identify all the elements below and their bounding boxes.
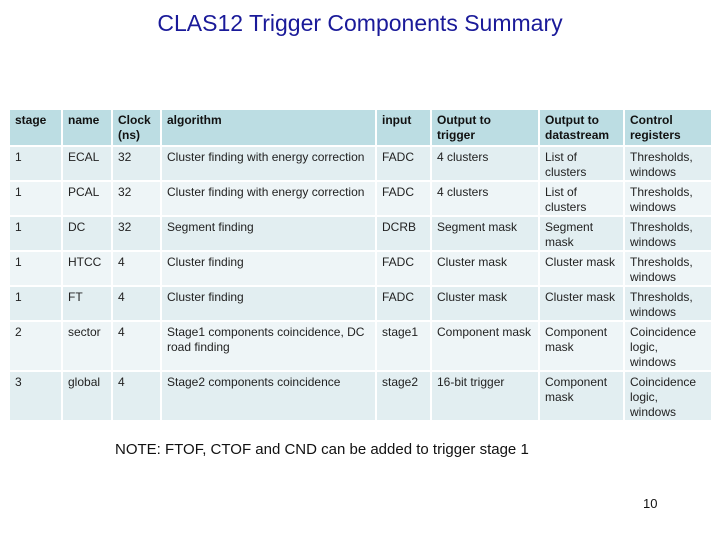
cell-stage: 3 [10, 372, 61, 420]
cell-stage: 1 [10, 217, 61, 250]
cell-name: global [63, 372, 111, 420]
cell-input: stage1 [377, 322, 430, 370]
cell-input: stage2 [377, 372, 430, 420]
trigger-components-table: stage name Clock (ns) algorithm input Ou… [8, 108, 713, 422]
cell-output-trigger: 4 clusters [432, 182, 538, 215]
cell-algorithm: Stage1 components coincidence, DC road f… [162, 322, 375, 370]
header-stage: stage [10, 110, 61, 145]
cell-output-datastream: Segment mask [540, 217, 623, 250]
table-row: 3 global 4 Stage2 components coincidence… [10, 372, 711, 420]
header-output-datastream: Output to datastream [540, 110, 623, 145]
table-row: 1 ECAL 32 Cluster finding with energy co… [10, 147, 711, 180]
cell-clock: 32 [113, 217, 160, 250]
cell-algorithm: Cluster finding with energy correction [162, 147, 375, 180]
slide-title: CLAS12 Trigger Components Summary [157, 10, 563, 36]
cell-output-datastream: Cluster mask [540, 252, 623, 285]
table-row: 1 DC 32 Segment finding DCRB Segment mas… [10, 217, 711, 250]
cell-name: ECAL [63, 147, 111, 180]
cell-control-registers: Coincidence logic, windows [625, 372, 711, 420]
cell-control-registers: Thresholds, windows [625, 217, 711, 250]
cell-name: FT [63, 287, 111, 320]
cell-clock: 4 [113, 372, 160, 420]
cell-input: FADC [377, 287, 430, 320]
header-control-registers: Control registers [625, 110, 711, 145]
cell-output-trigger: Cluster mask [432, 287, 538, 320]
cell-output-trigger: Cluster mask [432, 252, 538, 285]
cell-input: FADC [377, 147, 430, 180]
cell-output-trigger: Component mask [432, 322, 538, 370]
cell-clock: 32 [113, 182, 160, 215]
cell-stage: 1 [10, 182, 61, 215]
cell-control-registers: Coincidence logic, windows [625, 322, 711, 370]
header-input: input [377, 110, 430, 145]
cell-output-datastream: Cluster mask [540, 287, 623, 320]
cell-control-registers: Thresholds, windows [625, 182, 711, 215]
cell-input: FADC [377, 252, 430, 285]
cell-algorithm: Cluster finding with energy correction [162, 182, 375, 215]
table-row: 1 FT 4 Cluster finding FADC Cluster mask… [10, 287, 711, 320]
cell-algorithm: Cluster finding [162, 287, 375, 320]
table-row: 1 PCAL 32 Cluster finding with energy co… [10, 182, 711, 215]
cell-algorithm: Segment finding [162, 217, 375, 250]
cell-output-datastream: List of clusters [540, 147, 623, 180]
cell-clock: 4 [113, 287, 160, 320]
cell-stage: 1 [10, 147, 61, 180]
cell-control-registers: Thresholds, windows [625, 252, 711, 285]
cell-input: DCRB [377, 217, 430, 250]
cell-stage: 1 [10, 252, 61, 285]
cell-algorithm: Stage2 components coincidence [162, 372, 375, 420]
cell-output-datastream: Component mask [540, 322, 623, 370]
cell-name: PCAL [63, 182, 111, 215]
cell-control-registers: Thresholds, windows [625, 147, 711, 180]
cell-name: HTCC [63, 252, 111, 285]
cell-output-trigger: Segment mask [432, 217, 538, 250]
cell-stage: 1 [10, 287, 61, 320]
cell-output-trigger: 16-bit trigger [432, 372, 538, 420]
cell-input: FADC [377, 182, 430, 215]
cell-clock: 4 [113, 322, 160, 370]
slide-note: NOTE: FTOF, CTOF and CND can be added to… [115, 441, 529, 458]
table-row: 1 HTCC 4 Cluster finding FADC Cluster ma… [10, 252, 711, 285]
cell-algorithm: Cluster finding [162, 252, 375, 285]
cell-output-datastream: List of clusters [540, 182, 623, 215]
table-row: 2 sector 4 Stage1 components coincidence… [10, 322, 711, 370]
page-number: 10 [643, 496, 658, 511]
header-clock: Clock (ns) [113, 110, 160, 145]
cell-control-registers: Thresholds, windows [625, 287, 711, 320]
header-output-trigger: Output to trigger [432, 110, 538, 145]
cell-output-trigger: 4 clusters [432, 147, 538, 180]
table-header-row: stage name Clock (ns) algorithm input Ou… [10, 110, 711, 145]
cell-name: sector [63, 322, 111, 370]
cell-name: DC [63, 217, 111, 250]
cell-output-datastream: Component mask [540, 372, 623, 420]
cell-clock: 4 [113, 252, 160, 285]
header-name: name [63, 110, 111, 145]
cell-clock: 32 [113, 147, 160, 180]
cell-stage: 2 [10, 322, 61, 370]
header-algorithm: algorithm [162, 110, 375, 145]
